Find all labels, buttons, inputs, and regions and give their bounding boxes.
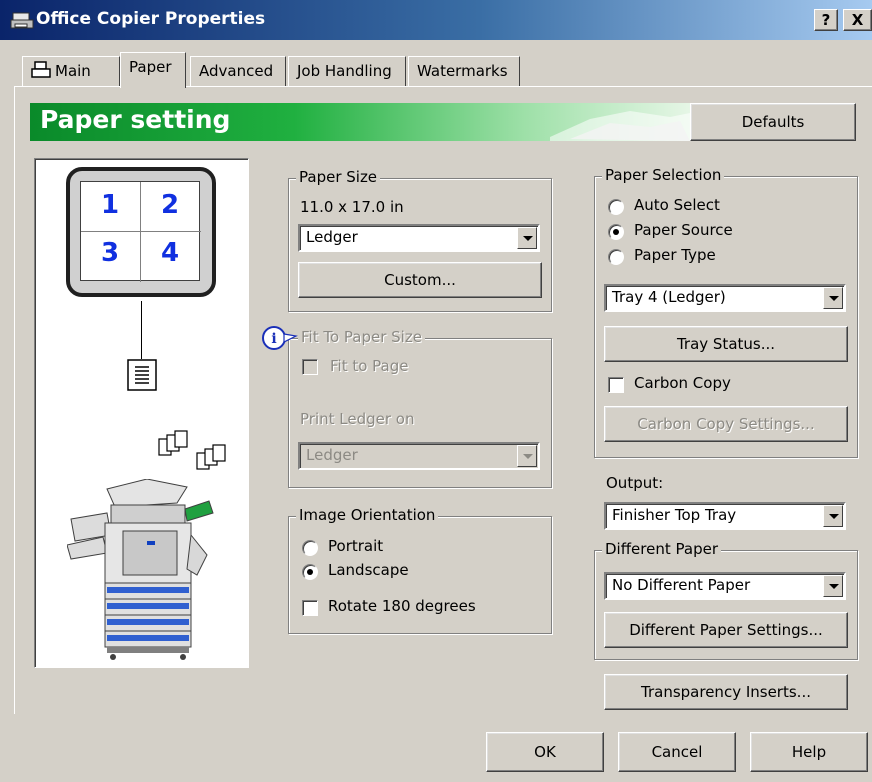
different-paper-value: No Different Paper [612, 576, 751, 594]
connector-line [141, 301, 142, 359]
tray-select[interactable]: Tray 4 (Ledger) [604, 284, 846, 312]
page-number: 2 [161, 190, 180, 220]
output-label: Output: [606, 474, 664, 492]
different-paper-legend: Different Paper [602, 540, 721, 558]
document-preview-frame: 1 2 3 4 [66, 167, 216, 297]
paper-type-label: Paper Type [634, 246, 716, 264]
paper-size-value: Ledger [306, 228, 358, 246]
paper-source-radio[interactable] [608, 224, 624, 240]
stacked-pages-icon [158, 430, 226, 470]
tab-main-label: Main [55, 62, 91, 80]
document-icon [127, 359, 157, 391]
portrait-label: Portrait [328, 537, 384, 555]
landscape-radio[interactable] [302, 564, 318, 580]
image-orientation-legend: Image Orientation [296, 506, 439, 524]
paper-selection-legend: Paper Selection [602, 166, 725, 184]
paper-source-label: Paper Source [634, 221, 733, 239]
tab-paper[interactable]: Paper [120, 52, 186, 88]
portrait-radio[interactable] [302, 540, 318, 556]
different-paper-settings-button[interactable]: Different Paper Settings... [604, 612, 848, 648]
custom-paper-button[interactable]: Custom... [298, 262, 542, 298]
paper-type-radio[interactable] [608, 249, 624, 265]
page-number: 4 [161, 238, 180, 268]
print-on-label: Print Ledger on [300, 410, 415, 428]
paper-size-legend: Paper Size [296, 168, 381, 186]
page-number: 3 [101, 238, 120, 268]
banner-title: Paper setting [40, 105, 231, 134]
paper-dimensions: 11.0 x 17.0 in [300, 198, 404, 216]
chevron-down-icon[interactable] [823, 505, 843, 527]
chevron-down-icon[interactable] [823, 287, 843, 309]
layout-preview: 1 2 3 4 [34, 158, 249, 668]
rotate-180-checkbox[interactable] [302, 600, 318, 616]
cancel-button[interactable]: Cancel [618, 732, 736, 772]
tab-paper-label: Paper [129, 58, 172, 76]
page-divider-horizontal [81, 231, 201, 232]
copier-machine-image [67, 479, 214, 660]
svg-text:i: i [271, 331, 276, 347]
printer-icon [31, 61, 51, 78]
window-title: Office Copier Properties [36, 9, 266, 29]
carbon-copy-checkbox[interactable] [608, 377, 624, 393]
help-button[interactable]: Help [750, 732, 868, 772]
page-number: 1 [101, 190, 120, 220]
chevron-down-icon[interactable] [517, 445, 537, 467]
print-on-value: Ledger [306, 446, 358, 464]
printer-app-icon [10, 12, 34, 29]
rotate-180-label: Rotate 180 degrees [328, 597, 476, 615]
tray-status-button[interactable]: Tray Status... [604, 326, 848, 362]
close-caption-button[interactable]: X [843, 9, 872, 31]
tab-watermarks[interactable]: Watermarks [408, 56, 520, 86]
help-caption-button[interactable]: ? [814, 9, 838, 31]
print-on-select[interactable]: Ledger [298, 442, 540, 470]
tab-advanced-label: Advanced [199, 62, 274, 80]
transparency-inserts-button[interactable]: Transparency Inserts... [604, 674, 848, 710]
chevron-down-icon[interactable] [823, 575, 843, 597]
paper-size-select[interactable]: Ledger [298, 224, 540, 252]
auto-select-radio[interactable] [608, 199, 624, 215]
tab-advanced[interactable]: Advanced [190, 56, 286, 86]
preview-page: 1 2 3 4 [80, 181, 201, 282]
auto-select-label: Auto Select [634, 196, 720, 214]
different-paper-select[interactable]: No Different Paper [604, 572, 846, 600]
tray-value: Tray 4 (Ledger) [612, 288, 726, 306]
tab-main[interactable]: Main [22, 56, 120, 86]
page-divider-vertical [140, 182, 141, 282]
fit-to-page-checkbox[interactable] [302, 359, 318, 375]
output-value: Finisher Top Tray [612, 506, 737, 524]
chevron-down-icon[interactable] [517, 227, 537, 249]
info-icon[interactable]: i [262, 324, 298, 352]
ok-button[interactable]: OK [486, 732, 604, 772]
output-select[interactable]: Finisher Top Tray [604, 502, 846, 530]
defaults-button[interactable]: Defaults [690, 103, 856, 141]
landscape-label: Landscape [328, 561, 409, 579]
fit-to-paper-legend: Fit To Paper Size [298, 328, 425, 346]
fit-to-page-label: Fit to Page [330, 357, 409, 375]
tab-watermarks-label: Watermarks [417, 62, 508, 80]
tab-job-handling[interactable]: Job Handling [288, 56, 406, 86]
carbon-copy-label: Carbon Copy [634, 374, 731, 392]
tab-job-handling-label: Job Handling [297, 62, 392, 80]
carbon-copy-settings-button[interactable]: Carbon Copy Settings... [604, 406, 848, 442]
